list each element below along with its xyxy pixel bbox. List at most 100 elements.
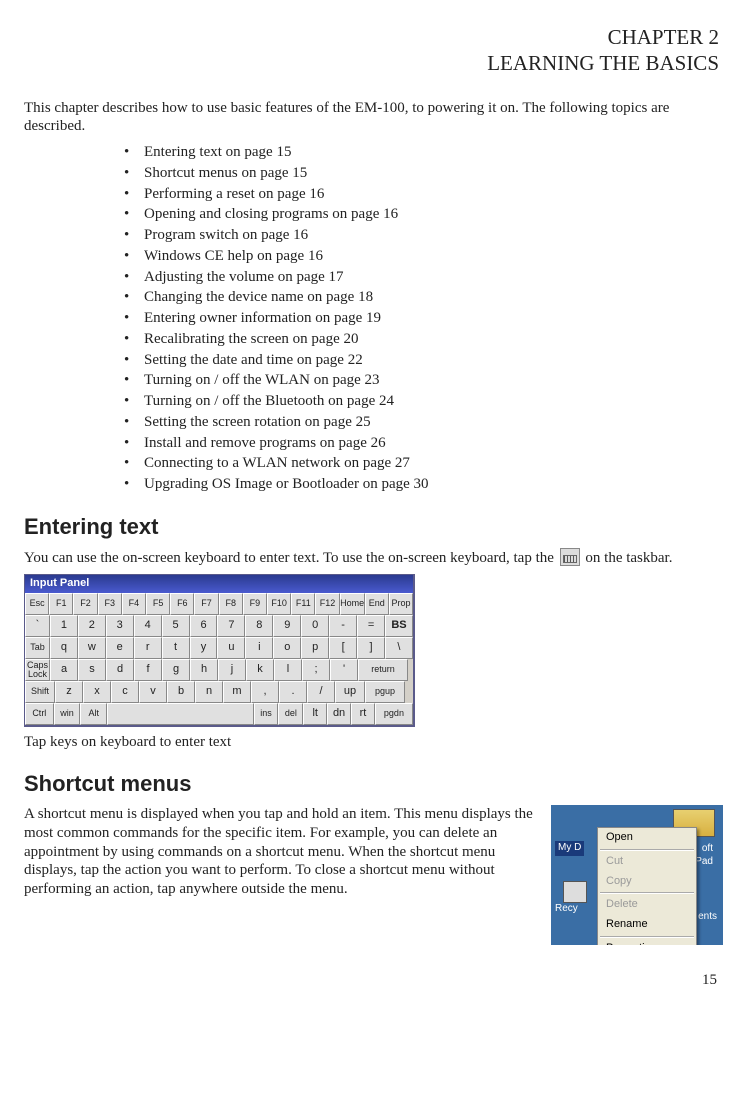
key-r[interactable]: r bbox=[134, 637, 162, 659]
topic-item: Turning on / off the WLAN on page 23 bbox=[144, 370, 723, 391]
key-f3[interactable]: F3 bbox=[98, 593, 122, 615]
chapter-label: CHAPTER 2 bbox=[24, 24, 719, 50]
key-m[interactable]: m bbox=[223, 681, 251, 703]
key-4[interactable]: 4 bbox=[134, 615, 162, 637]
key-backspace[interactable]: BS bbox=[385, 615, 413, 637]
key-9[interactable]: 9 bbox=[273, 615, 301, 637]
key-end[interactable]: End bbox=[365, 593, 389, 615]
key-2[interactable]: 2 bbox=[78, 615, 106, 637]
key-7[interactable]: 7 bbox=[217, 615, 245, 637]
key-quote[interactable]: ' bbox=[330, 659, 358, 681]
key-f4[interactable]: F4 bbox=[122, 593, 146, 615]
key-l[interactable]: l bbox=[274, 659, 302, 681]
key-pgdn[interactable]: pgdn bbox=[375, 703, 413, 725]
key-tab[interactable]: Tab bbox=[25, 637, 50, 659]
key-6[interactable]: 6 bbox=[190, 615, 218, 637]
key-return[interactable]: return bbox=[358, 659, 408, 681]
key-y[interactable]: y bbox=[190, 637, 218, 659]
key-f10[interactable]: F10 bbox=[267, 593, 291, 615]
key-1[interactable]: 1 bbox=[50, 615, 78, 637]
key-down[interactable]: dn bbox=[327, 703, 351, 725]
key-period[interactable]: . bbox=[279, 681, 307, 703]
key-right[interactable]: rt bbox=[351, 703, 375, 725]
key-b[interactable]: b bbox=[167, 681, 195, 703]
key-5[interactable]: 5 bbox=[162, 615, 190, 637]
menu-item-rename[interactable]: Rename bbox=[598, 915, 696, 935]
topic-item: Setting the date and time on page 22 bbox=[144, 350, 723, 371]
key-del[interactable]: del bbox=[278, 703, 303, 725]
key-f2[interactable]: F2 bbox=[73, 593, 97, 615]
menu-item-delete: Delete bbox=[598, 895, 696, 915]
key-semicolon[interactable]: ; bbox=[302, 659, 330, 681]
key-space[interactable] bbox=[107, 703, 254, 725]
shortcut-paragraph: A shortcut menu is displayed when you ta… bbox=[24, 805, 541, 899]
key-v[interactable]: v bbox=[139, 681, 167, 703]
key-capslock[interactable]: Caps Lock bbox=[25, 659, 50, 681]
key-q[interactable]: q bbox=[50, 637, 78, 659]
key-a[interactable]: a bbox=[50, 659, 78, 681]
topic-item: Entering text on page 15 bbox=[144, 142, 723, 163]
menu-separator bbox=[600, 892, 694, 894]
key-h[interactable]: h bbox=[190, 659, 218, 681]
key-p[interactable]: p bbox=[301, 637, 329, 659]
menu-separator bbox=[600, 936, 694, 938]
topic-item: Entering owner information on page 19 bbox=[144, 308, 723, 329]
shortcut-section: A shortcut menu is displayed when you ta… bbox=[24, 805, 723, 945]
key-8[interactable]: 8 bbox=[245, 615, 273, 637]
menu-item-open[interactable]: Open bbox=[598, 828, 696, 848]
key-o[interactable]: o bbox=[273, 637, 301, 659]
key-win[interactable]: win bbox=[54, 703, 81, 725]
topic-item: Turning on / off the Bluetooth on page 2… bbox=[144, 391, 723, 412]
key-prop[interactable]: Prop bbox=[389, 593, 413, 615]
key-pgup[interactable]: pgup bbox=[365, 681, 405, 703]
key-t[interactable]: t bbox=[162, 637, 190, 659]
key-slash[interactable]: / bbox=[307, 681, 335, 703]
key-backtick[interactable]: ` bbox=[25, 615, 50, 637]
key-ctrl[interactable]: Ctrl bbox=[25, 703, 54, 725]
key-x[interactable]: x bbox=[83, 681, 111, 703]
key-minus[interactable]: - bbox=[329, 615, 357, 637]
key-f5[interactable]: F5 bbox=[146, 593, 170, 615]
key-e[interactable]: e bbox=[106, 637, 134, 659]
key-k[interactable]: k bbox=[246, 659, 274, 681]
key-shift[interactable]: Shift bbox=[25, 681, 55, 703]
key-w[interactable]: w bbox=[78, 637, 106, 659]
key-backslash[interactable]: \ bbox=[385, 637, 413, 659]
key-f7[interactable]: F7 bbox=[194, 593, 218, 615]
key-ins[interactable]: ins bbox=[254, 703, 279, 725]
key-f1[interactable]: F1 bbox=[49, 593, 73, 615]
desktop-label-documents: ents bbox=[698, 911, 717, 924]
key-d[interactable]: d bbox=[106, 659, 134, 681]
key-f[interactable]: f bbox=[134, 659, 162, 681]
key-z[interactable]: z bbox=[55, 681, 83, 703]
key-esc[interactable]: Esc bbox=[25, 593, 49, 615]
key-c[interactable]: c bbox=[111, 681, 139, 703]
para-text: on the taskbar. bbox=[585, 550, 672, 566]
topic-item: Opening and closing programs on page 16 bbox=[144, 204, 723, 225]
key-u[interactable]: u bbox=[217, 637, 245, 659]
topic-item: Upgrading OS Image or Bootloader on page… bbox=[144, 474, 723, 495]
key-left[interactable]: lt bbox=[303, 703, 327, 725]
key-f12[interactable]: F12 bbox=[315, 593, 339, 615]
key-f9[interactable]: F9 bbox=[243, 593, 267, 615]
key-s[interactable]: s bbox=[78, 659, 106, 681]
key-up[interactable]: up bbox=[335, 681, 365, 703]
topic-item: Install and remove programs on page 26 bbox=[144, 433, 723, 454]
key-home[interactable]: Home bbox=[340, 593, 365, 615]
key-f8[interactable]: F8 bbox=[219, 593, 243, 615]
menu-item-properties[interactable]: Properties bbox=[598, 939, 696, 945]
key-lbracket[interactable]: [ bbox=[329, 637, 357, 659]
key-alt[interactable]: Alt bbox=[80, 703, 107, 725]
key-rbracket[interactable]: ] bbox=[357, 637, 385, 659]
key-f11[interactable]: F11 bbox=[291, 593, 315, 615]
key-n[interactable]: n bbox=[195, 681, 223, 703]
key-equals[interactable]: = bbox=[357, 615, 385, 637]
key-comma[interactable]: , bbox=[251, 681, 279, 703]
key-0[interactable]: 0 bbox=[301, 615, 329, 637]
keyboard-row: Ctrl win Alt ins del lt dn rt pgdn bbox=[25, 703, 413, 725]
key-g[interactable]: g bbox=[162, 659, 190, 681]
key-f6[interactable]: F6 bbox=[170, 593, 194, 615]
key-3[interactable]: 3 bbox=[106, 615, 134, 637]
key-i[interactable]: i bbox=[245, 637, 273, 659]
key-j[interactable]: j bbox=[218, 659, 246, 681]
